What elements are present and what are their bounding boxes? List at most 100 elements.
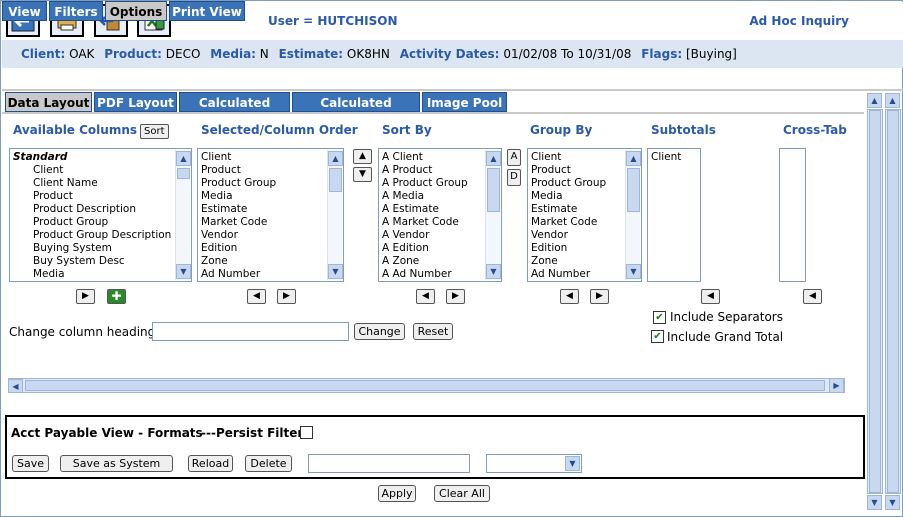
list-item[interactable]: Vendor [201,229,325,242]
subtab-pdf-layout[interactable]: PDF Layout [94,92,177,112]
sortby-right-button[interactable]: ▶ [446,289,465,304]
persist-filters-checkbox[interactable] [300,426,313,439]
sort-button[interactable]: Sort [140,124,169,139]
add-custom-column-button[interactable]: ✚ [107,289,126,304]
list-item[interactable]: A Product [382,164,483,177]
change-button[interactable]: Change [354,323,405,340]
scroll-left-icon[interactable]: ◀ [8,379,23,393]
scroll-thumb[interactable] [869,110,881,493]
list-item[interactable]: A Edition [382,242,483,255]
reload-button[interactable]: Reload [188,455,233,472]
list-item[interactable]: Zone [201,255,325,268]
scroll-right-icon[interactable]: ▶ [829,378,844,393]
scroll-down-icon[interactable]: ▼ [176,264,191,279]
scroll-track[interactable] [867,109,883,494]
list-item[interactable]: Client [531,151,623,164]
format-select[interactable]: ▼ [486,454,582,473]
list-item[interactable]: A Product Group [382,177,483,190]
list-item[interactable]: Client [201,151,325,164]
tab-print-view[interactable]: Print View [169,1,245,21]
selected-left-button[interactable]: ◀ [247,289,266,304]
add-column-right-button[interactable]: ▶ [76,289,95,304]
horizontal-scrollbar[interactable]: ◀ [8,378,845,393]
apply-button[interactable]: Apply [378,485,416,502]
crosstab-left-button[interactable]: ◀ [803,289,822,304]
subtab-data-layout[interactable]: Data Layout [5,92,92,112]
list-item[interactable]: Product Group [531,177,623,190]
list-item[interactable]: Product [13,190,173,203]
list-item[interactable]: Product [201,164,325,177]
scroll-down-icon[interactable]: ▼ [626,264,641,279]
scrollbar[interactable]: ▲ ▼ [625,150,641,280]
tab-view[interactable]: View [2,1,47,21]
list-item[interactable]: Market Code [201,216,325,229]
save-as-system-button[interactable]: Save as System [60,455,173,472]
scroll-up-icon[interactable]: ▲ [626,151,641,166]
list-item[interactable]: Standard [13,151,173,164]
groupby-right-button[interactable]: ▶ [590,289,609,304]
scroll-thumb[interactable] [25,380,825,391]
list-item[interactable]: A Client [382,151,483,164]
sortby-left-button[interactable]: ◀ [416,289,435,304]
list-item[interactable]: Client [13,164,173,177]
page-vertical-scrollbar[interactable]: ▲ ▼ [885,93,901,510]
format-name-input[interactable] [308,454,470,473]
scroll-up-icon[interactable]: ▲ [867,93,882,108]
include-separators-checkbox[interactable]: ✔ [653,311,666,324]
list-item[interactable]: Zone [531,255,623,268]
group-by-list[interactable]: Client Product Product Group Media Estim… [527,148,642,282]
list-item[interactable]: Buying System [13,242,173,255]
scroll-up-icon[interactable]: ▲ [328,151,343,166]
scroll-thumb[interactable] [887,110,899,493]
selected-columns-list[interactable]: Client Product Product Group Media Estim… [197,148,344,282]
scroll-down-icon[interactable]: ▼ [486,264,501,279]
subtab-calculated-columns[interactable]: Calculated Columns [292,92,420,130]
chevron-down-icon[interactable]: ▼ [565,456,580,471]
list-item[interactable]: A Zone [382,255,483,268]
delete-button[interactable]: Delete [245,455,292,472]
scroll-up-icon[interactable]: ▲ [486,151,501,166]
list-item[interactable]: Product Description [13,203,173,216]
move-down-button[interactable]: ▼ [353,167,372,182]
inner-vertical-scrollbar[interactable]: ▲ ▼ [867,93,883,510]
list-item[interactable]: Product Group [201,177,325,190]
groupby-left-button[interactable]: ◀ [560,289,579,304]
list-item[interactable]: Vendor [531,229,623,242]
list-item[interactable]: A Market Code [382,216,483,229]
scroll-down-icon[interactable]: ▼ [328,264,343,279]
scroll-thumb[interactable] [329,168,342,192]
list-item[interactable]: A Media [382,190,483,203]
scrollbar[interactable]: ▲ ▼ [327,150,343,280]
scroll-thumb[interactable] [487,168,500,212]
list-item[interactable]: Ad Number [531,268,623,281]
list-item[interactable]: Product [531,164,623,177]
include-grand-total-checkbox[interactable]: ✔ [651,330,664,343]
scrollbar[interactable]: ▲ ▼ [175,150,191,280]
list-item[interactable]: Edition [201,242,325,255]
tab-options[interactable]: Options [105,1,167,21]
scroll-track[interactable] [885,109,901,494]
scroll-up-icon[interactable]: ▲ [885,93,900,108]
list-item[interactable]: A Vendor [382,229,483,242]
list-item[interactable]: Market Code [531,216,623,229]
tab-filters[interactable]: Filters [49,1,103,21]
move-up-button[interactable]: ▲ [353,149,372,164]
subtab-calculated-rows[interactable]: Calculated Rows [179,92,290,130]
clear-all-button[interactable]: Clear All [434,485,490,502]
list-item[interactable]: Product Group [13,216,173,229]
ascending-button[interactable]: A [507,149,521,166]
descending-button[interactable]: D [507,169,521,186]
list-item[interactable]: Estimate [201,203,325,216]
list-item[interactable]: Media [201,190,325,203]
list-item[interactable]: Client [651,151,698,164]
list-item[interactable]: A Ad Number [382,268,483,281]
scroll-thumb[interactable] [627,168,640,212]
scroll-up-icon[interactable]: ▲ [176,151,191,166]
list-item[interactable]: Buy System Desc [13,255,173,268]
save-button[interactable]: Save [12,455,49,472]
list-item[interactable]: Ad Number [201,268,325,281]
sort-by-list[interactable]: A Client A Product A Product Group A Med… [378,148,502,282]
list-item[interactable]: Media [13,268,173,281]
subtotals-list[interactable]: Client [647,148,701,282]
scroll-down-icon[interactable]: ▼ [885,495,900,510]
